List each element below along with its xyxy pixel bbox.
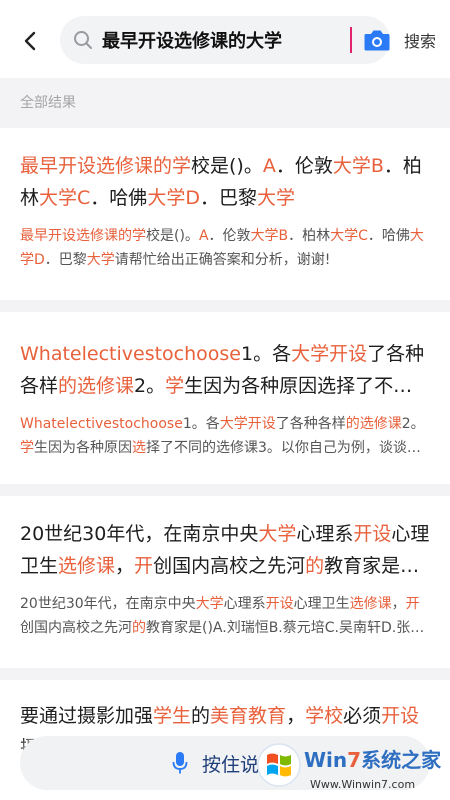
watermark: Win7系统之家 Www.Winwin7.com <box>256 736 450 800</box>
result-card[interactable]: 20世纪30年代，在南京中央大学心理系开设心理卫生选修课，开创国内高校之先河的教… <box>0 496 450 668</box>
chevron-left-icon <box>24 31 36 51</box>
text-segment: 请帮忙给出正确答案和分析，谢谢! <box>114 252 331 268</box>
watermark-title: Win7系统之家 <box>304 748 442 772</box>
text-segment: ．伦敦 <box>208 228 251 244</box>
highlighted-text: 大学开设 <box>291 343 368 365</box>
result-card[interactable]: 最早开设选修课的学校是()。A．伦敦大学B．柏林大学C．哈佛大学D．巴黎大学 最… <box>0 128 450 300</box>
text-segment: ．巴黎 <box>44 252 87 268</box>
watermark-url: Www.Winwin7.com <box>310 778 416 791</box>
search-button[interactable]: 搜索 <box>398 28 442 52</box>
text-segment: 2。 <box>134 375 166 397</box>
highlighted-text: 最早开设选修课的学 <box>20 228 146 244</box>
result-title: 20世纪30年代，在南京中央大学心理系开设心理卫生选修课，开创国内高校之先河的教… <box>20 518 430 582</box>
text-segment: ．哈佛 <box>90 187 148 209</box>
highlighted-text: 大学D <box>147 187 200 209</box>
highlighted-text: 最早开设选修课的学 <box>20 155 192 177</box>
text-segment: ．柏林 <box>288 228 331 244</box>
highlighted-text: 大学B <box>332 155 384 177</box>
highlighted-text: 学 <box>20 440 34 456</box>
highlighted-text: A <box>262 155 276 177</box>
text-segment: 的 <box>191 705 211 727</box>
text-segment: ．巴黎 <box>199 187 257 209</box>
back-button[interactable] <box>16 26 46 56</box>
highlighted-text: 大学 <box>258 523 297 545</box>
highlighted-text: 学 <box>165 375 185 397</box>
search-input[interactable] <box>102 25 347 55</box>
highlighted-text: 开 <box>134 555 154 577</box>
highlighted-text: 大学C <box>330 228 368 244</box>
highlighted-text: 学生 <box>153 705 192 727</box>
highlighted-text: Whatelectivestochoose <box>20 416 183 432</box>
text-segment: ．哈佛 <box>367 228 410 244</box>
text-segment: 必须 <box>343 705 382 727</box>
text-segment: 生因为各种原因 <box>34 440 132 456</box>
text-segment: 心理卫生 <box>293 596 350 612</box>
highlighted-text: 的 <box>132 620 146 636</box>
text-segment: 创国内高校之先河 <box>20 620 132 636</box>
text-segment: 1。各 <box>241 343 292 365</box>
text-segment: ， <box>286 705 306 727</box>
result-snippet: Whatelectivestochoose1。各大学开设了各种各样的选修课2。学… <box>20 412 430 460</box>
microphone-icon <box>172 752 188 774</box>
text-segment: 了各种各样 <box>275 416 346 432</box>
result-title: 最早开设选修课的学校是()。A．伦敦大学B．柏林大学C．哈佛大学D．巴黎大学 <box>20 150 430 214</box>
highlighted-text: 的选修课 <box>58 375 135 397</box>
text-cursor <box>350 27 352 53</box>
result-title: Whatelectivestochoose1。各大学开设了各种各样的选修课2。学… <box>20 338 430 402</box>
text-segment: 20世纪30年代，在南京中央 <box>20 596 196 612</box>
search-icon <box>74 31 92 49</box>
text-segment: ， <box>115 555 135 577</box>
highlighted-text: A <box>198 228 209 244</box>
text-segment: 20世纪30年代，在南京中央 <box>20 523 259 545</box>
highlighted-text: 选 <box>132 440 146 456</box>
text-segment: 心理系 <box>296 523 354 545</box>
highlighted-text: 开设 <box>353 523 392 545</box>
text-segment: 2。 <box>401 416 425 432</box>
highlighted-text: 大学 <box>195 596 224 612</box>
highlighted-text: 美育教育 <box>210 705 287 727</box>
results-section-label: 全部结果 <box>20 95 76 111</box>
highlighted-text: 的选修课 <box>345 416 402 432</box>
top-bar: 搜索 <box>0 0 450 78</box>
highlighted-text: 大学C <box>39 187 91 209</box>
text-segment: 心理系 <box>223 596 266 612</box>
text-segment: ， <box>391 596 406 612</box>
highlighted-text: 大学 <box>256 187 295 209</box>
text-segment: ．伦敦 <box>275 155 333 177</box>
result-snippet: 最早开设选修课的学校是()。A．伦敦大学B．柏林大学C．哈佛大学D．巴黎大学请帮… <box>20 224 430 272</box>
highlighted-text: Whatelectivestochoose <box>20 343 241 365</box>
highlighted-text: 的 <box>305 555 325 577</box>
highlighted-text: 选修课 <box>58 555 116 577</box>
highlighted-text: 开设 <box>265 596 294 612</box>
highlighted-text: 大学 <box>86 252 115 268</box>
highlighted-text: 开设 <box>381 705 420 727</box>
highlighted-text: 开 <box>405 596 420 612</box>
highlighted-text: 大学开设 <box>219 416 276 432</box>
text-segment: 创国内高校之先河 <box>153 555 306 577</box>
text-segment: 校是()。 <box>146 228 199 244</box>
windows-logo-icon <box>257 743 301 787</box>
text-segment: 要通过摄影加强 <box>20 705 154 727</box>
search-box[interactable] <box>60 16 390 64</box>
result-card[interactable]: Whatelectivestochoose1。各大学开设了各种各样的选修课2。学… <box>0 312 450 484</box>
highlighted-text: 大学B <box>250 228 289 244</box>
text-segment: 校是()。 <box>191 155 263 177</box>
text-segment: 1。各 <box>182 416 220 432</box>
highlighted-text: 学校 <box>305 705 344 727</box>
camera-icon[interactable] <box>362 26 392 54</box>
highlighted-text: 选修课 <box>349 596 392 612</box>
result-snippet: 20世纪30年代，在南京中央大学心理系开设心理卫生选修课，开创国内高校之先河的教… <box>20 592 430 640</box>
